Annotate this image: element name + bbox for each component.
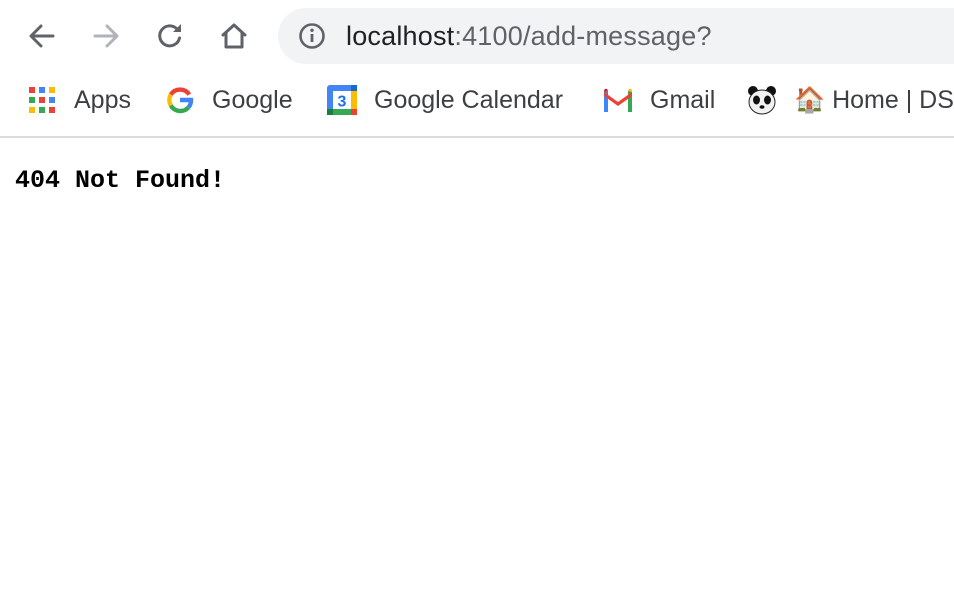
bookmark-google[interactable]: Google <box>166 82 293 118</box>
google-calendar-icon: 3 <box>327 85 357 115</box>
calendar-day: 3 <box>338 94 347 111</box>
bookmark-home-ds[interactable]: 🏠 Home | DS <box>794 82 954 118</box>
apps-grid-icon <box>29 87 55 113</box>
url-host: localhost <box>346 21 455 51</box>
panda-icon <box>748 86 776 115</box>
google-g-icon <box>167 87 194 114</box>
bookmarks-bar: Apps Google 3 Google Calendar Gmail 🏠 Ho… <box>0 70 954 138</box>
address-bar[interactable]: localhost:4100/add-message? <box>278 8 954 64</box>
bookmark-apps[interactable]: Apps <box>28 82 131 118</box>
page-content: 404 Not Found! <box>0 138 954 600</box>
arrow-right-icon <box>93 24 119 48</box>
bookmark-label: Apps <box>74 85 131 114</box>
reload-icon <box>158 24 181 48</box>
info-icon[interactable] <box>298 22 326 50</box>
bookmark-label: Gmail <box>650 85 716 114</box>
error-message: 404 Not Found! <box>15 166 226 195</box>
bookmark-gmail[interactable]: Gmail <box>602 82 715 118</box>
back-button[interactable] <box>22 16 62 56</box>
home-icon <box>221 23 247 49</box>
url-path: :4100/add-message? <box>454 21 712 51</box>
browser-toolbar: localhost:4100/add-message? <box>0 0 954 70</box>
home-button[interactable] <box>214 16 254 56</box>
bookmark-label: Google Calendar <box>374 85 564 114</box>
gmail-icon <box>604 88 632 112</box>
bookmark-label: Google <box>212 85 293 114</box>
arrow-left-icon <box>29 24 55 48</box>
reload-button[interactable] <box>150 16 190 56</box>
url-text[interactable]: localhost:4100/add-message? <box>346 21 712 51</box>
bookmark-google-calendar[interactable]: 3 Google Calendar <box>326 82 563 118</box>
forward-button[interactable] <box>86 16 126 56</box>
bookmark-label: 🏠 Home | DS <box>794 85 954 114</box>
browser-window: localhost:4100/add-message? Apps Google … <box>0 0 954 600</box>
bookmark-panda[interactable] <box>746 82 778 118</box>
